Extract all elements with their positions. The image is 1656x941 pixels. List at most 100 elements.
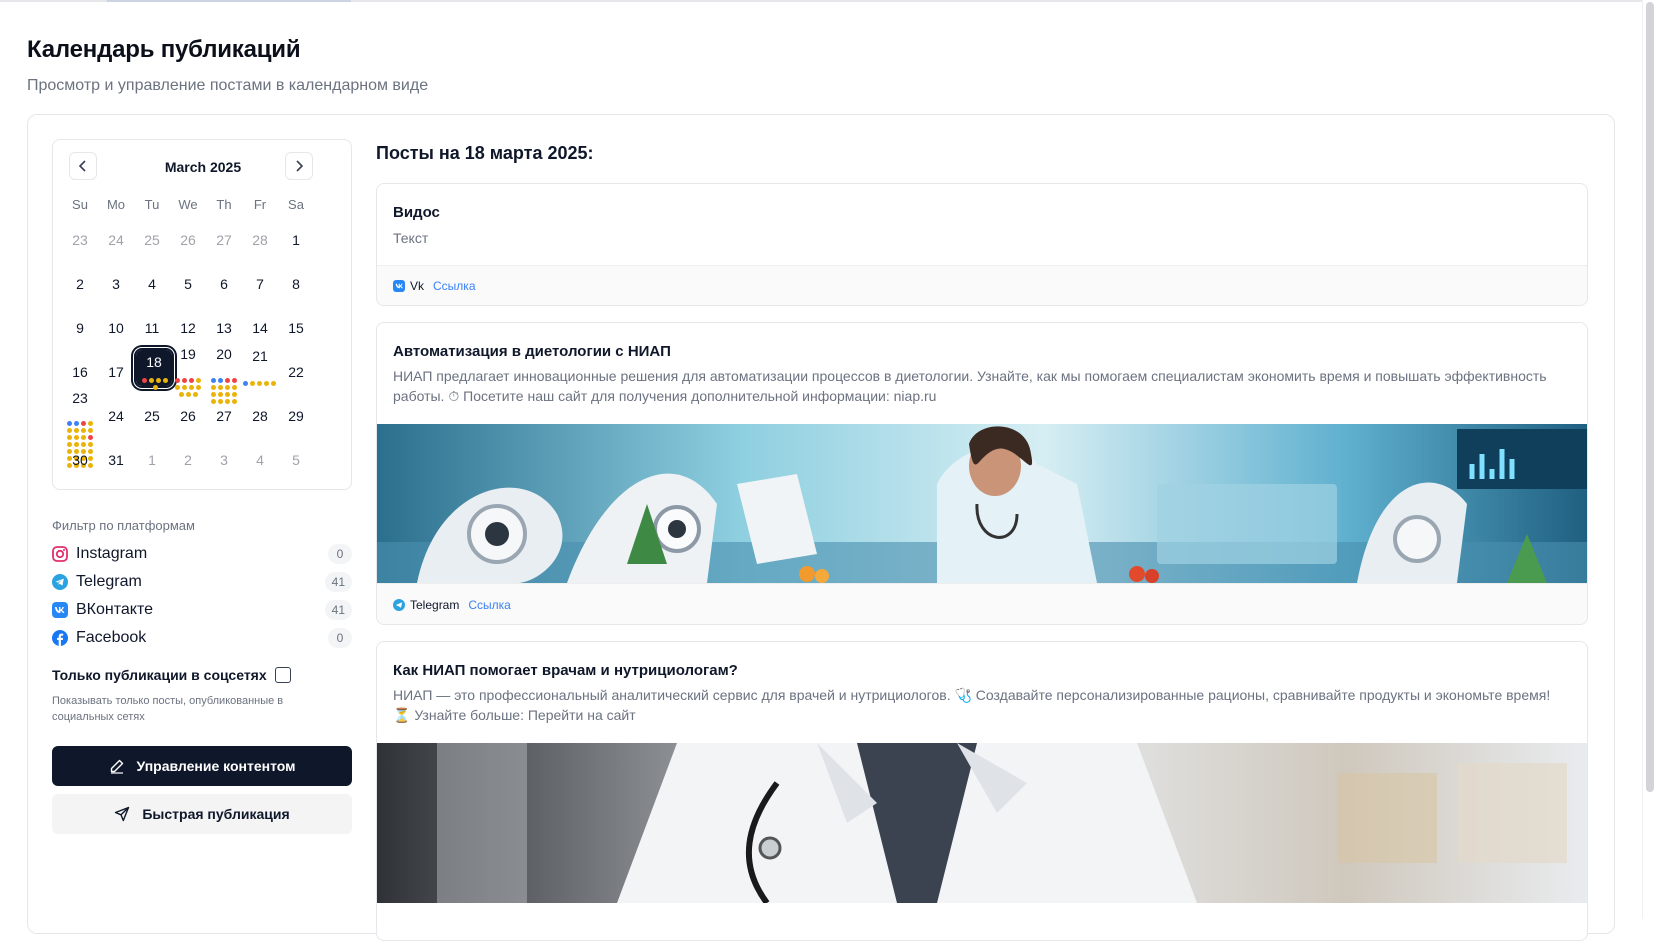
- calendar-day[interactable]: 3: [98, 266, 134, 302]
- calendar-day[interactable]: 5: [278, 442, 314, 478]
- calendar-day[interactable]: 27: [206, 222, 242, 258]
- vk-icon: [393, 279, 405, 292]
- post-dot: [67, 421, 72, 426]
- calendar-day[interactable]: 3: [206, 442, 242, 478]
- calendar-day[interactable]: 9: [62, 310, 98, 346]
- calendar-day[interactable]: 23: [62, 222, 98, 258]
- post-dot: [74, 435, 79, 440]
- post-dot: [163, 378, 168, 383]
- calendar-day[interactable]: 8: [278, 266, 314, 302]
- post-card[interactable]: Видос Текст Vk Ссылка: [376, 183, 1588, 306]
- post-dot: [149, 378, 154, 383]
- active-tab-indicator: [107, 0, 351, 2]
- page-title: Календарь публикаций: [27, 36, 301, 63]
- post-dot: [232, 399, 237, 404]
- platform-count: 41: [324, 572, 352, 592]
- scrollbar-thumb[interactable]: [1646, 2, 1654, 792]
- platform-label: Instagram: [76, 545, 148, 562]
- platform-filter-telegram[interactable]: Telegram 41: [52, 571, 352, 593]
- post-image[interactable]: [377, 424, 1587, 583]
- calendar-day[interactable]: 20: [206, 346, 242, 382]
- post-dot: [225, 399, 230, 404]
- telegram-icon: [52, 574, 68, 590]
- calendar-day[interactable]: 5: [170, 266, 206, 302]
- platform-count: 41: [324, 600, 352, 620]
- calendar-day[interactable]: 2: [170, 442, 206, 478]
- calendar-day[interactable]: 22: [278, 354, 314, 390]
- calendar-day[interactable]: 19: [170, 346, 206, 382]
- manage-content-button[interactable]: Управление контентом: [52, 746, 352, 786]
- calendar-day[interactable]: 24: [98, 398, 134, 434]
- platform-filter-instagram[interactable]: Instagram 0: [52, 543, 352, 565]
- post-dot: [249, 381, 255, 386]
- only-social-checkbox[interactable]: [274, 667, 291, 683]
- calendar-day[interactable]: 25: [134, 222, 170, 258]
- calendar-day[interactable]: 11: [134, 310, 170, 346]
- calendar-day[interactable]: 15: [278, 310, 314, 346]
- post-dot: [225, 392, 230, 397]
- calendar-day[interactable]: 6: [206, 266, 242, 302]
- post-dot: [232, 392, 237, 397]
- calendar-day[interactable]: 26: [170, 222, 206, 258]
- platform-filter-facebook[interactable]: Facebook 0: [52, 627, 352, 649]
- post-dots-19: [173, 378, 203, 397]
- calendar-day[interactable]: 4: [134, 266, 170, 302]
- calendar-day[interactable]: 16: [62, 354, 98, 390]
- calendar-day[interactable]: 28: [242, 398, 278, 434]
- calendar-day[interactable]: 7: [242, 266, 278, 302]
- post-dot: [196, 385, 201, 390]
- post-dot: [225, 378, 230, 383]
- calendar-day[interactable]: 14: [242, 310, 278, 346]
- calendar-day[interactable]: 4: [242, 442, 278, 478]
- post-title: Автоматизация в диетологии с НИАП: [393, 343, 671, 360]
- calendar-day[interactable]: 10: [98, 310, 134, 346]
- post-dot: [225, 385, 230, 390]
- post-dot: [88, 435, 93, 440]
- page-scrollbar[interactable]: [1642, 0, 1656, 919]
- calendar-day[interactable]: 29: [278, 398, 314, 434]
- platform-filter-vk[interactable]: ВКонтакте 41: [52, 599, 352, 621]
- calendar-day[interactable]: 1: [278, 222, 314, 258]
- calendar-day[interactable]: 1: [134, 442, 170, 478]
- only-social-toggle[interactable]: Только публикации в соцсетях: [52, 667, 291, 683]
- post-dot: [270, 381, 276, 386]
- vk-icon: [52, 602, 68, 618]
- post-link[interactable]: Ссылка: [433, 279, 475, 293]
- quick-publish-button[interactable]: Быстрая публикация: [52, 794, 352, 834]
- send-icon: [115, 806, 130, 822]
- post-dot: [182, 378, 187, 383]
- calendar-day[interactable]: 31: [98, 442, 134, 478]
- post-card[interactable]: Автоматизация в диетологии с НИАП НИАП п…: [376, 322, 1588, 625]
- calendar-day[interactable]: 30: [62, 442, 98, 478]
- telegram-icon: [393, 599, 405, 611]
- calendar-day[interactable]: 12: [170, 310, 206, 346]
- post-dot: [242, 381, 248, 386]
- calendar-day[interactable]: 21: [242, 348, 278, 384]
- post-dots-18: [140, 378, 170, 390]
- calendar-day[interactable]: 13: [206, 310, 242, 346]
- calendar-day[interactable]: 26: [170, 398, 206, 434]
- post-dot: [142, 378, 147, 383]
- calendar-day[interactable]: 17: [98, 354, 134, 390]
- manage-content-label: Управление контентом: [136, 758, 296, 774]
- calendar-day[interactable]: 28: [242, 222, 278, 258]
- weekday-label: We: [178, 197, 198, 212]
- post-dot: [189, 385, 194, 390]
- post-dot: [74, 428, 79, 433]
- pencil-icon: [110, 759, 123, 774]
- quick-publish-label: Быстрая публикация: [142, 806, 290, 822]
- post-link[interactable]: Ссылка: [468, 598, 510, 612]
- post-dot: [152, 385, 158, 390]
- post-dot: [175, 378, 180, 383]
- post-dot: [156, 378, 161, 383]
- post-image[interactable]: [377, 743, 1587, 903]
- post-card[interactable]: Как НИАП помогает врачам и нутрициологам…: [376, 641, 1588, 941]
- calendar-day[interactable]: 2: [62, 266, 98, 302]
- next-month-button[interactable]: [285, 152, 313, 180]
- post-dot: [211, 399, 216, 404]
- calendar-day[interactable]: 25: [134, 398, 170, 434]
- calendar-day[interactable]: 24: [98, 222, 134, 258]
- post-dot: [178, 392, 184, 397]
- post-platform: Telegram: [410, 598, 460, 612]
- post-dot: [189, 378, 194, 383]
